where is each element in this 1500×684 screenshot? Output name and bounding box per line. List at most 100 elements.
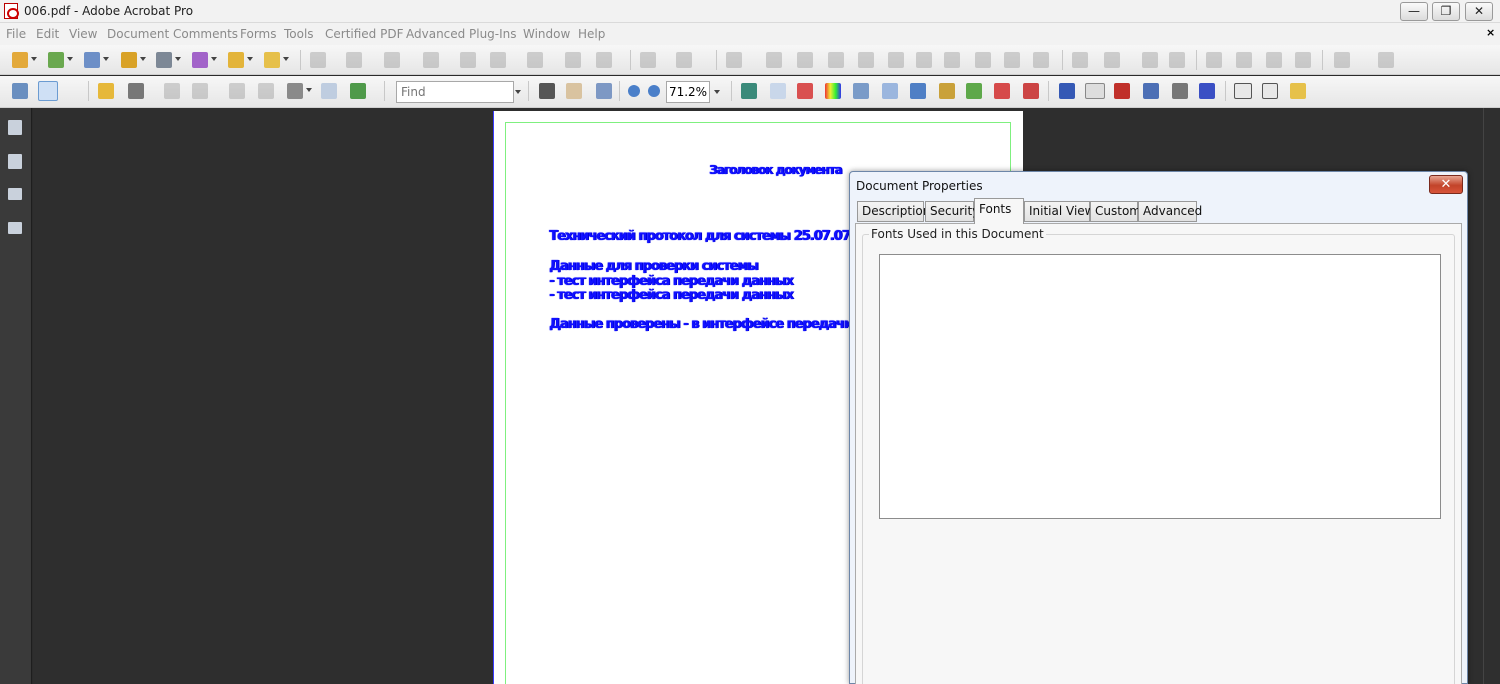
menu-window[interactable]: Window <box>523 27 570 41</box>
select-icon[interactable] <box>310 52 326 68</box>
menu-forms[interactable]: Forms <box>240 27 276 41</box>
image-icon[interactable] <box>797 83 813 99</box>
print-icon[interactable] <box>128 83 144 99</box>
fit-icon[interactable] <box>38 81 58 101</box>
multimedia-icon[interactable] <box>228 52 244 68</box>
panel-icon[interactable] <box>1378 52 1394 68</box>
zoom-level-field[interactable]: 71.2% <box>666 81 710 103</box>
table-icon[interactable] <box>916 52 932 68</box>
layers-icon[interactable] <box>8 188 22 200</box>
signatures-icon[interactable] <box>8 222 22 234</box>
print-setup-icon[interactable] <box>1262 83 1278 99</box>
pdf-convert-icon[interactable] <box>994 83 1010 99</box>
menu-advanced[interactable]: Advanced <box>406 27 465 41</box>
crop-tool-icon[interactable] <box>1143 83 1159 99</box>
email-icon[interactable] <box>321 83 337 99</box>
text-icon[interactable] <box>423 52 439 68</box>
warning-icon[interactable] <box>1033 52 1049 68</box>
collaborate-icon[interactable] <box>350 83 366 99</box>
minimize-button[interactable]: — <box>1400 2 1428 21</box>
find-input[interactable] <box>396 81 514 103</box>
pages-icon[interactable] <box>8 120 22 135</box>
zoom-in-icon[interactable] <box>648 85 660 97</box>
tab-description[interactable]: Description <box>857 201 930 222</box>
crop-icon[interactable] <box>565 52 581 68</box>
edit-page-icon[interactable] <box>939 83 955 99</box>
printer-icon[interactable] <box>287 83 303 99</box>
ocr-icon[interactable] <box>676 52 692 68</box>
redact-icon[interactable] <box>640 52 656 68</box>
combine-icon[interactable] <box>48 52 64 68</box>
magnet-icon[interactable] <box>1114 83 1130 99</box>
output-icon[interactable] <box>975 52 991 68</box>
pin-icon[interactable] <box>1023 83 1039 99</box>
disk-icon[interactable] <box>229 83 245 99</box>
link-icon[interactable] <box>527 52 543 68</box>
menu-edit[interactable]: Edit <box>36 27 59 41</box>
secure-icon[interactable] <box>121 52 137 68</box>
document-close-icon[interactable]: × <box>1486 26 1495 39</box>
fonts-list[interactable] <box>879 254 1441 519</box>
lock-icon[interactable] <box>192 83 208 99</box>
comment-icon[interactable] <box>264 52 280 68</box>
gear-icon[interactable] <box>858 52 874 68</box>
page-icon[interactable] <box>596 52 612 68</box>
menu-comments[interactable]: Comments <box>173 27 238 41</box>
filter-icon[interactable] <box>888 52 904 68</box>
menu-plug-ins[interactable]: Plug-Ins <box>469 27 517 41</box>
object-icon[interactable] <box>490 52 506 68</box>
preflight-icon[interactable] <box>766 52 782 68</box>
print-production-icon[interactable] <box>944 52 960 68</box>
arrow-cursor-icon[interactable] <box>1059 83 1075 99</box>
attach-icon[interactable] <box>1172 83 1188 99</box>
fit-page-icon[interactable] <box>770 83 786 99</box>
menu-document[interactable]: Document <box>107 27 169 41</box>
tab-advanced[interactable]: Advanced <box>1138 201 1202 222</box>
export-icon[interactable] <box>84 52 100 68</box>
tab-custom[interactable]: Custom <box>1090 201 1141 222</box>
pan-icon[interactable] <box>384 52 400 68</box>
menu-view[interactable]: View <box>69 27 97 41</box>
pointer-page-icon[interactable] <box>910 83 926 99</box>
fix-icon[interactable] <box>828 52 844 68</box>
tab-security[interactable]: Security <box>925 201 979 222</box>
qi-icon[interactable] <box>1199 83 1215 99</box>
crosshair-icon[interactable] <box>1142 52 1158 68</box>
shade-icon[interactable] <box>1266 52 1282 68</box>
dialog-close-button[interactable]: ✕ <box>1429 175 1463 194</box>
create-pdf-icon[interactable] <box>12 52 28 68</box>
ok-button-icon[interactable] <box>1085 83 1105 99</box>
save-as-icon[interactable] <box>258 83 274 99</box>
camera-icon[interactable] <box>1004 52 1020 68</box>
close-button[interactable]: ✕ <box>1465 2 1493 21</box>
save-icon[interactable] <box>12 83 28 99</box>
flask-icon[interactable] <box>853 83 869 99</box>
menu-file[interactable]: File <box>6 27 26 41</box>
edit-form-icon[interactable] <box>1290 83 1306 99</box>
menu-help[interactable]: Help <box>578 27 605 41</box>
measure-icon[interactable] <box>1072 52 1088 68</box>
find-options-icon[interactable] <box>515 90 521 94</box>
bookmarks-icon[interactable] <box>8 154 22 169</box>
envelope-icon[interactable] <box>1236 52 1252 68</box>
vertical-scrollbar[interactable] <box>1483 108 1500 684</box>
layout-icon[interactable] <box>1104 52 1120 68</box>
insert-page-icon[interactable] <box>882 83 898 99</box>
tab-initial-view[interactable]: Initial View <box>1024 201 1095 222</box>
speech-bubble-icon[interactable] <box>1206 52 1222 68</box>
zoom-out-icon[interactable] <box>628 85 640 97</box>
menu-certified-pdf[interactable]: Certified PDF <box>325 27 404 41</box>
grid-icon[interactable] <box>1169 52 1185 68</box>
sign-icon[interactable] <box>156 52 172 68</box>
color-icon[interactable] <box>825 83 841 99</box>
maximize-button[interactable]: ❐ <box>1432 2 1460 21</box>
check-icon[interactable] <box>797 52 813 68</box>
touchup-icon[interactable] <box>460 52 476 68</box>
review-icon[interactable] <box>726 52 742 68</box>
zoom-tool-icon[interactable] <box>596 83 612 99</box>
tab-fonts[interactable]: Fonts <box>974 198 1024 224</box>
select-text-icon[interactable] <box>539 83 555 99</box>
zoom-dropdown-icon[interactable] <box>714 90 720 94</box>
hand-icon[interactable] <box>566 83 582 99</box>
share-icon[interactable] <box>164 83 180 99</box>
